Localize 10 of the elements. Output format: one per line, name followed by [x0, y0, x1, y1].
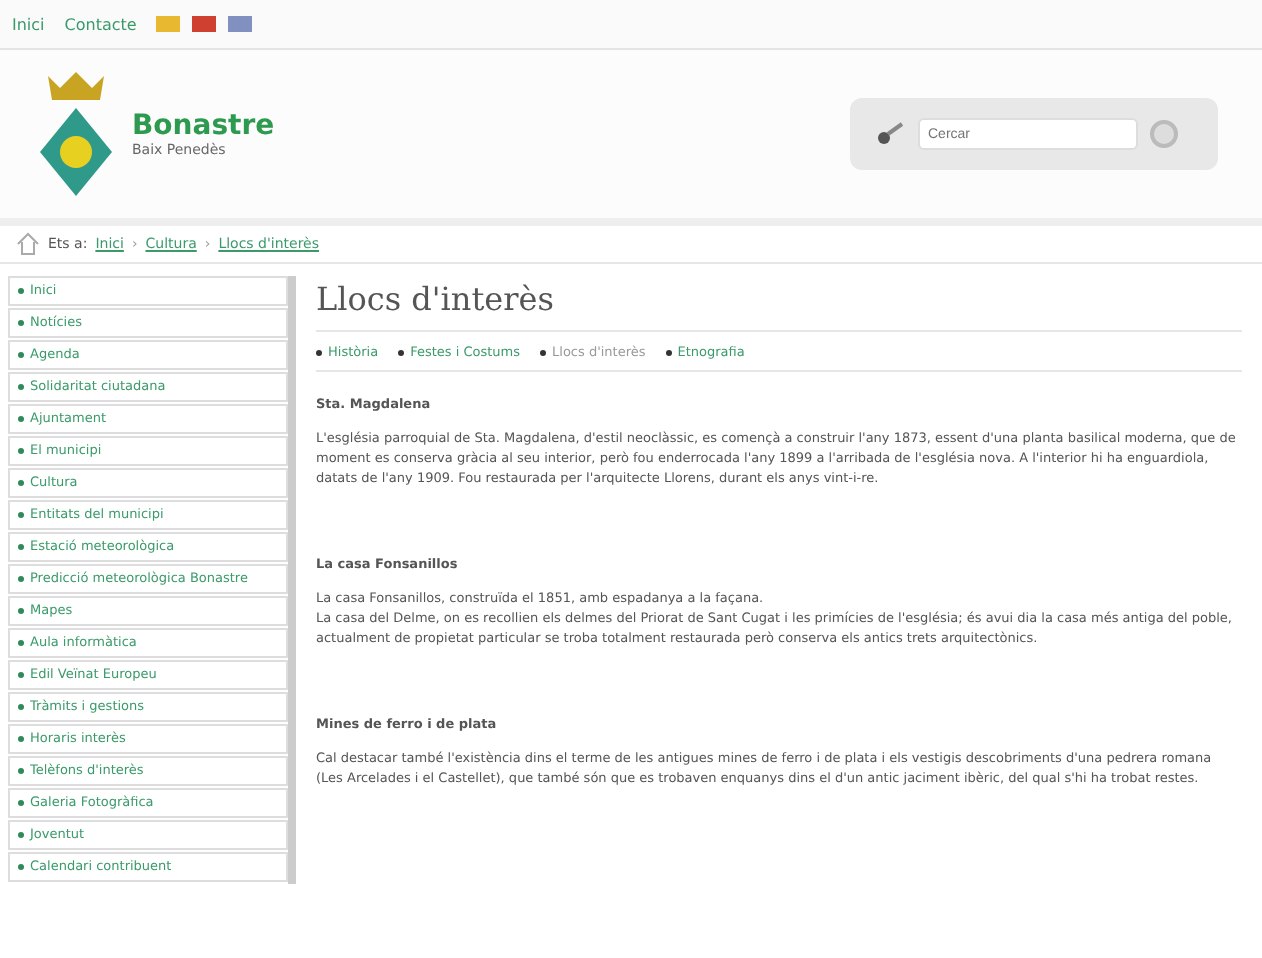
page-title: Llocs d'interès — [316, 280, 1242, 332]
site-name: Bonastre — [132, 110, 275, 142]
flag-icon[interactable] — [228, 16, 253, 32]
home-icon — [16, 232, 40, 256]
flag-icon[interactable] — [192, 16, 217, 32]
coat-of-arms-icon — [36, 68, 116, 200]
search-button[interactable] — [1150, 120, 1178, 148]
top-link[interactable]: Contacte — [64, 15, 137, 33]
top-link[interactable]: Inici — [12, 15, 45, 33]
key-icon — [874, 120, 906, 148]
